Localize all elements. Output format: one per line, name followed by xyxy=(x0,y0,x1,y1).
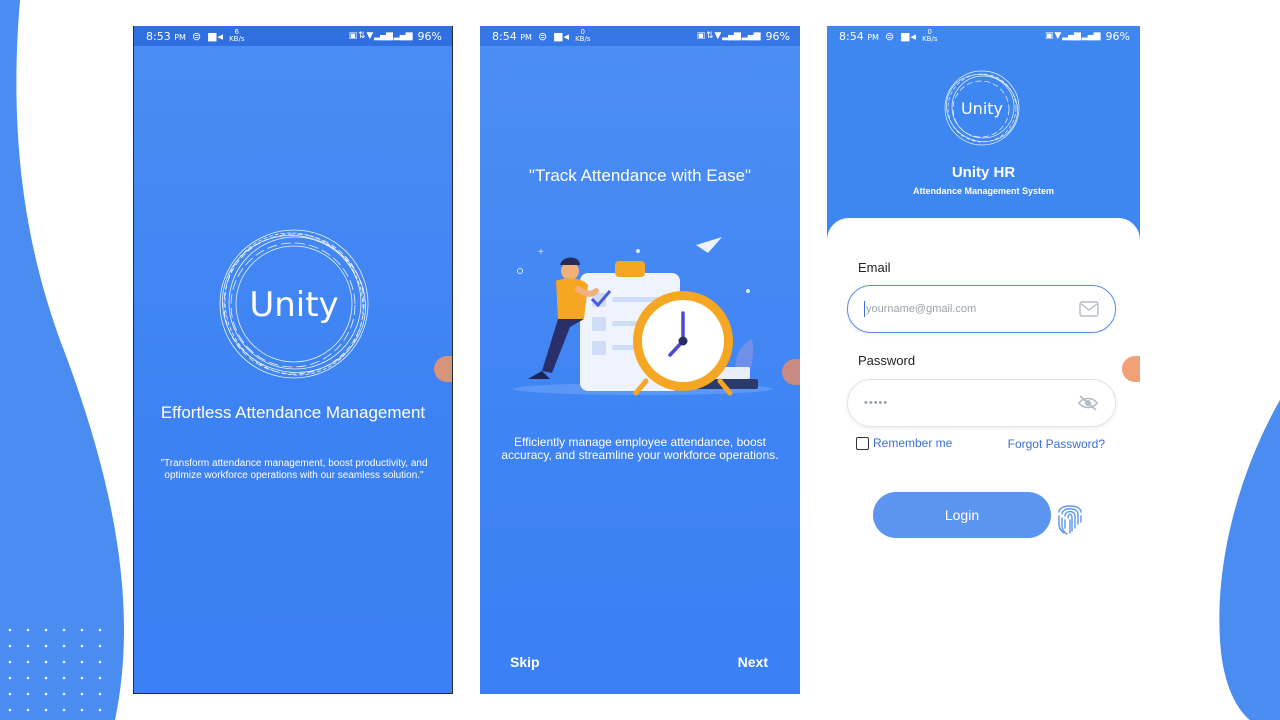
svg-text:+: + xyxy=(538,247,544,258)
fingerprint-icon[interactable] xyxy=(1055,498,1085,536)
network-speed: 0 KB/s xyxy=(922,28,938,43)
network-speed: 6 KB/s xyxy=(229,28,245,43)
splash-quote: "Transform attendance management, boost … xyxy=(160,458,428,481)
status-time: 8:53 PM xyxy=(146,29,186,43)
network-speed: 0 KB/s xyxy=(575,28,591,43)
video-icon: ■◂ xyxy=(900,29,917,43)
next-button[interactable]: Next xyxy=(738,654,768,670)
remember-me-label: Remember me xyxy=(873,436,953,450)
logo-text: Unity xyxy=(961,99,1003,118)
status-bar: 8:53 PM ⊜ ■◂ 6 KB/s ▣ ⇅ ▼ ▂▄▆ ▂▄▆ 96% xyxy=(134,26,452,46)
video-icon: ■◂ xyxy=(553,29,570,43)
signal-icons: ▣ ▼ ▂▄▆ ▂▄▆ xyxy=(1045,31,1101,41)
logo-text: Unity xyxy=(249,285,338,325)
onboarding-description: Efficiently manage employee attendance, … xyxy=(501,435,779,462)
splash-screen: 8:53 PM ⊜ ■◂ 6 KB/s ▣ ⇅ ▼ ▂▄▆ ▂▄▆ 96% Uni… xyxy=(133,26,453,694)
battery-level: 96% xyxy=(765,29,790,43)
app-name: Unity HR xyxy=(951,164,1016,181)
status-time: 8:54 PM xyxy=(839,29,879,43)
text-caret xyxy=(864,301,865,317)
side-handle[interactable] xyxy=(434,356,452,382)
status-bar: 8:54 PM ⊜ ■◂ 0 KB/s ▣ ▼ ▂▄▆ ▂▄▆ 96% xyxy=(827,26,1140,46)
remember-me-checkbox[interactable]: Remember me xyxy=(856,436,952,450)
login-button[interactable]: Login xyxy=(873,492,1051,538)
signal-icons: ▣ ⇅ ▼ ▂▄▆ ▂▄▆ xyxy=(696,31,761,41)
notification-icon: ⊜ xyxy=(537,29,548,43)
onboarding-screen: 8:54 PM ⊜ ■◂ 0 KB/s ▣ ⇅ ▼ ▂▄▆ ▂▄▆ 96% "Tr… xyxy=(480,26,800,694)
email-label: Email xyxy=(858,260,891,275)
mail-icon xyxy=(1079,301,1099,317)
side-handle[interactable] xyxy=(782,359,800,385)
splash-title: Effortless Attendance Management xyxy=(160,403,426,422)
signal-icons: ▣ ⇅ ▼ ▂▄▆ ▂▄▆ xyxy=(348,31,413,41)
email-placeholder: yourname@gmail.com xyxy=(866,303,977,315)
battery-level: 96% xyxy=(1105,29,1130,43)
status-bar: 8:54 PM ⊜ ■◂ 0 KB/s ▣ ⇅ ▼ ▂▄▆ ▂▄▆ 96% xyxy=(480,26,800,46)
notification-icon: ⊜ xyxy=(191,29,202,43)
status-time: 8:54 PM xyxy=(492,29,532,43)
unity-logo: Unity xyxy=(944,70,1020,146)
eye-off-icon[interactable] xyxy=(1077,394,1099,412)
email-field[interactable]: yourname@gmail.com xyxy=(847,285,1116,333)
password-label: Password xyxy=(858,353,916,368)
onboarding-title: "Track Attendance with Ease" xyxy=(528,166,752,185)
attendance-illustration: + xyxy=(513,237,773,396)
skip-button[interactable]: Skip xyxy=(510,654,540,670)
login-screen: 8:54 PM ⊜ ■◂ 0 KB/s ▣ ▼ ▂▄▆ ▂▄▆ 96% Unity… xyxy=(827,26,1140,694)
video-icon: ■◂ xyxy=(207,29,224,43)
unity-logo: Unity xyxy=(219,229,369,379)
forgot-password-link[interactable]: Forgot Password? xyxy=(1008,437,1105,451)
battery-level: 96% xyxy=(417,29,442,43)
password-field[interactable]: ••••• xyxy=(847,379,1116,427)
app-subtitle: Attendance Management System xyxy=(912,186,1055,196)
password-value: ••••• xyxy=(864,397,889,409)
notification-icon: ⊜ xyxy=(884,29,895,43)
checkbox-icon[interactable] xyxy=(856,436,869,450)
